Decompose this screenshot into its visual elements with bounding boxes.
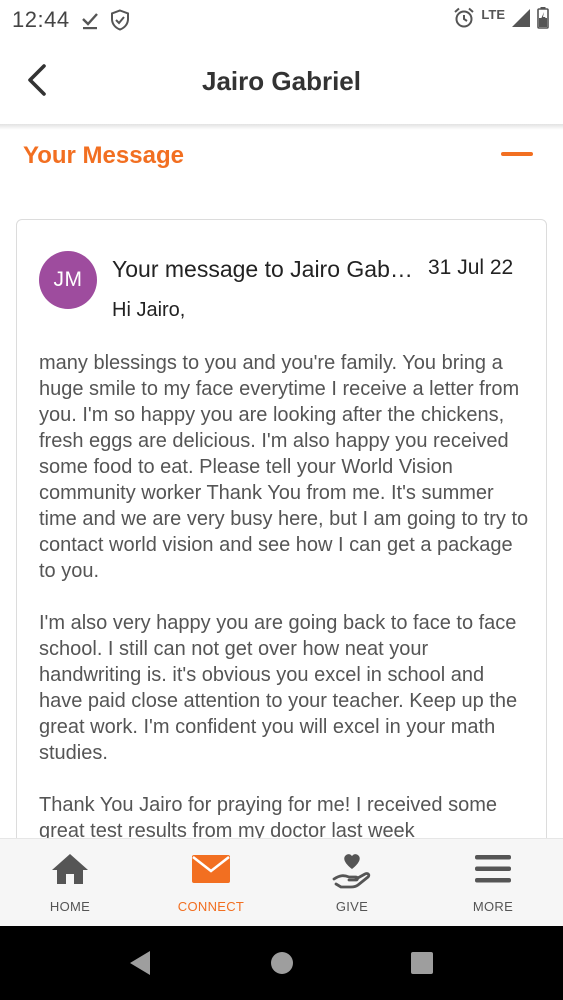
app-bar: Jairo Gabriel (0, 40, 563, 124)
avatar: JM (39, 251, 97, 309)
home-icon (52, 854, 88, 884)
signal-icon (512, 9, 530, 27)
nav-item-home[interactable]: HOME (0, 839, 140, 927)
bottom-nav: HOME CONNECT GIVE MORE (0, 838, 563, 926)
nav-label-home: HOME (49, 899, 91, 914)
alarm-icon (454, 7, 475, 28)
nav-item-connect[interactable]: CONNECT (141, 839, 281, 927)
status-time: 12:44 (12, 7, 70, 32)
nav-item-give[interactable]: GIVE (282, 839, 422, 927)
avatar-initials: JM (53, 268, 83, 291)
status-bar: 12:44 LTE (0, 0, 563, 40)
message-greeting: Hi Jairo, (112, 299, 186, 321)
message-paragraph: many blessings to you and you're family.… (39, 352, 529, 582)
menu-icon (475, 855, 511, 883)
hand-heart-icon (332, 854, 371, 889)
nav-label-more: MORE (472, 899, 514, 914)
message-date: 31 Jul 22 (428, 256, 514, 279)
nav-item-more[interactable]: MORE (423, 839, 563, 927)
collapse-button[interactable] (501, 152, 533, 156)
message-paragraph: Thank You Jairo for praying for me! I re… (39, 794, 498, 842)
system-recents-icon[interactable] (410, 950, 434, 976)
section-title: Your Message (23, 142, 184, 169)
system-nav-bar (0, 926, 563, 1000)
your-message-section-header[interactable]: Your Message (0, 130, 563, 186)
message-card[interactable]: JM Your message to Jairo Gab… 31 Jul 22 … (16, 219, 547, 859)
nav-label-give: GIVE (335, 899, 369, 914)
message-paragraph: I'm also very happy you are going back t… (39, 612, 518, 764)
system-back-icon[interactable] (128, 950, 152, 976)
battery-charging-icon (537, 7, 549, 29)
nav-label-connect: CONNECT (177, 899, 245, 914)
shield-icon (111, 9, 129, 31)
download-done-icon (82, 13, 98, 30)
envelope-icon (192, 855, 230, 883)
message-body: many blessings to you and you're family.… (39, 350, 529, 858)
system-home-icon[interactable] (270, 950, 294, 976)
page-title: Jairo Gabriel (202, 66, 361, 96)
network-type: LTE (481, 6, 505, 22)
message-subject: Your message to Jairo Gab… (112, 256, 413, 282)
